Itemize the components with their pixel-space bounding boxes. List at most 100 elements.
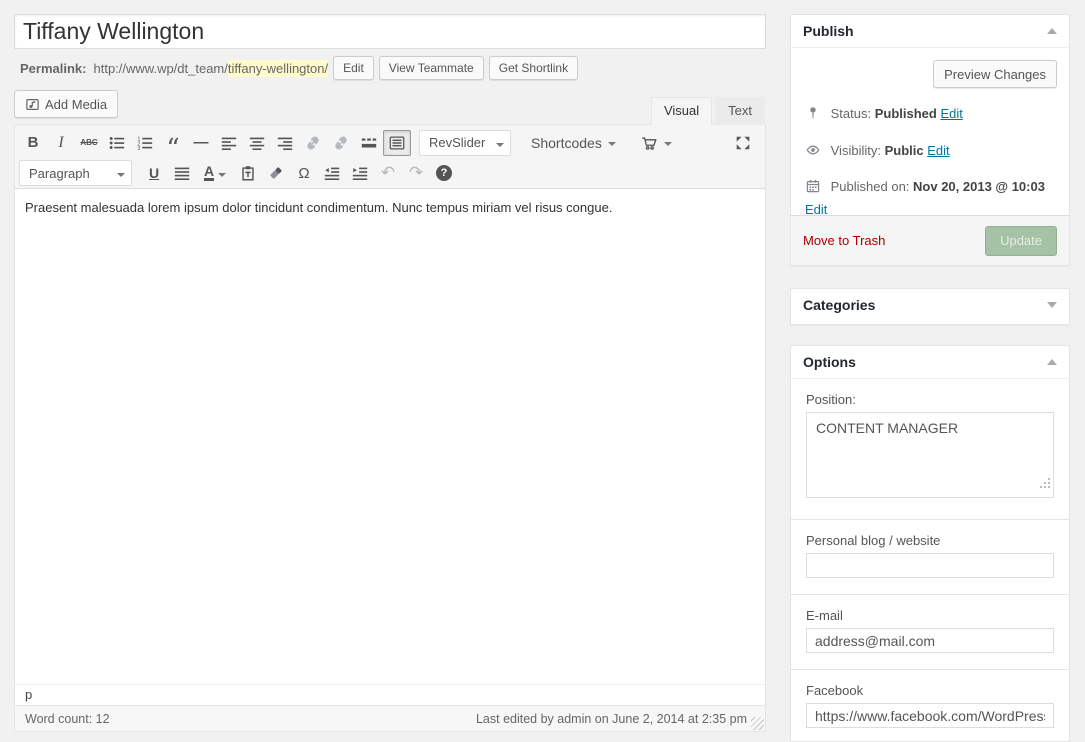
outdent-button[interactable] — [318, 160, 346, 186]
status-edit-link[interactable]: Edit — [940, 106, 962, 121]
collapse-down-icon[interactable] — [1047, 302, 1057, 313]
editor-box: Visual Text B I ABC 123 “ — RevSlider Sh — [14, 124, 766, 732]
text-color-button[interactable]: A — [196, 160, 234, 186]
tab-visual[interactable]: Visual — [651, 97, 712, 125]
strikethrough-button[interactable]: ABC — [75, 130, 103, 156]
text-color-icon: A — [204, 165, 214, 181]
published-label: Published on: — [831, 179, 910, 194]
permalink-url[interactable]: http://www.wp/dt_team/tiffany-wellington… — [93, 61, 328, 76]
categories-panel-header[interactable]: Categories — [791, 289, 1069, 321]
undo-icon: ↶ — [381, 163, 395, 183]
permalink-label: Permalink: — [20, 61, 86, 76]
content-paragraph: Praesent malesuada lorem ipsum dolor tin… — [25, 198, 755, 218]
link-button[interactable] — [299, 130, 327, 156]
website-label: Personal blog / website — [806, 533, 1054, 548]
permalink-edit-button[interactable]: Edit — [333, 56, 374, 80]
options-panel-header[interactable]: Options — [791, 346, 1069, 379]
align-center-icon — [248, 134, 266, 152]
options-panel: Options Position: CONTENT MANAGER Person… — [790, 345, 1070, 742]
editor-content-area[interactable]: Praesent malesuada lorem ipsum dolor tin… — [15, 189, 765, 684]
permalink-slug: tiffany-wellington/ — [228, 60, 328, 77]
word-count: Word count: 12 — [25, 712, 110, 726]
eye-icon — [805, 142, 821, 164]
editor-statusbar: Word count: 12 Last edited by admin on J… — [15, 705, 765, 731]
publish-panel-header[interactable]: Publish — [791, 15, 1069, 48]
shortcodes-dropdown[interactable]: Shortcodes — [525, 130, 622, 156]
editor-resize-handle[interactable] — [751, 717, 764, 730]
horizontal-rule-button[interactable]: — — [187, 130, 215, 156]
fullscreen-button[interactable] — [729, 130, 757, 156]
view-teammate-button[interactable]: View Teammate — [379, 56, 484, 80]
indent-button[interactable] — [346, 160, 374, 186]
remove-format-button[interactable] — [262, 160, 290, 186]
blockquote-button[interactable]: “ — [159, 130, 187, 156]
bold-button[interactable]: B — [19, 130, 47, 156]
paragraph-format-label: Paragraph — [29, 166, 90, 181]
wordpress-post-editor: Permalink: http://www.wp/dt_team/tiffany… — [0, 0, 1085, 742]
align-left-icon — [220, 134, 238, 152]
status-value: Published — [875, 106, 937, 121]
website-input[interactable] — [806, 553, 1054, 578]
published-value: Nov 20, 2013 @ 10:03 — [913, 179, 1045, 194]
paste-as-text-button[interactable] — [234, 160, 262, 186]
outdent-icon — [323, 164, 341, 182]
underline-icon: U — [149, 165, 159, 181]
email-input[interactable] — [806, 628, 1054, 653]
revslider-dropdown[interactable]: RevSlider — [419, 130, 511, 156]
paragraph-format-dropdown[interactable]: Paragraph — [19, 160, 132, 186]
textarea-resize-grip[interactable] — [1041, 486, 1050, 495]
position-textarea[interactable]: CONTENT MANAGER — [806, 412, 1054, 498]
omega-icon: Ω — [298, 165, 309, 182]
add-media-button[interactable]: Add Media — [14, 90, 118, 118]
redo-icon: ↷ — [409, 163, 423, 183]
facebook-input[interactable] — [806, 703, 1054, 728]
collapse-up-icon[interactable] — [1047, 23, 1057, 34]
word-count-label: Word count: — [25, 712, 92, 726]
last-edited-text: Last edited by admin on June 2, 2014 at … — [476, 712, 747, 726]
italic-icon: I — [58, 134, 63, 152]
options-title: Options — [803, 354, 856, 370]
bullet-list-icon — [108, 134, 126, 152]
align-center-button[interactable] — [243, 130, 271, 156]
help-button[interactable]: ? — [430, 160, 458, 186]
paste-as-text-icon — [239, 164, 257, 182]
kitchen-sink-button[interactable] — [383, 130, 411, 156]
preview-changes-button[interactable]: Preview Changes — [933, 60, 1057, 88]
unlink-button[interactable] — [327, 130, 355, 156]
options-body: Position: CONTENT MANAGER Personal blog … — [791, 379, 1069, 742]
visibility-edit-link[interactable]: Edit — [927, 143, 949, 158]
align-right-button[interactable] — [271, 130, 299, 156]
link-icon — [304, 134, 322, 152]
permalink-row: Permalink: http://www.wp/dt_team/tiffany… — [20, 55, 578, 81]
special-character-button[interactable]: Ω — [290, 160, 318, 186]
bullet-list-button[interactable] — [103, 130, 131, 156]
italic-button[interactable]: I — [47, 130, 75, 156]
move-to-trash-link[interactable]: Move to Trash — [803, 233, 885, 248]
permalink-url-base: http://www.wp/dt_team/ — [93, 61, 227, 76]
more-tag-button[interactable] — [355, 130, 383, 156]
chevron-down-icon — [608, 142, 616, 150]
undo-button[interactable]: ↶ — [374, 160, 402, 186]
redo-button[interactable]: ↷ — [402, 160, 430, 186]
update-button[interactable]: Update — [985, 226, 1057, 256]
get-shortlink-button[interactable]: Get Shortlink — [489, 56, 578, 80]
cart-icon — [640, 134, 658, 152]
toolbar-row-1: B I ABC 123 “ — RevSlider Shortcodes — [15, 125, 765, 158]
collapse-up-icon[interactable] — [1047, 354, 1057, 365]
revslider-label: RevSlider — [429, 135, 485, 150]
post-title-input[interactable] — [14, 14, 766, 49]
numbered-list-icon: 123 — [136, 134, 154, 152]
indent-icon — [351, 164, 369, 182]
align-right-icon — [276, 134, 294, 152]
publishing-actions: Move to Trash Update — [791, 215, 1069, 265]
more-tag-icon — [360, 134, 378, 152]
numbered-list-button[interactable]: 123 — [131, 130, 159, 156]
underline-button[interactable]: U — [140, 160, 168, 186]
fullscreen-icon — [734, 134, 752, 152]
editor-mode-tabs: Visual Text — [651, 97, 765, 125]
justify-button[interactable] — [168, 160, 196, 186]
divider — [791, 519, 1069, 520]
cart-dropdown[interactable] — [634, 130, 678, 156]
tab-text[interactable]: Text — [715, 97, 765, 125]
align-left-button[interactable] — [215, 130, 243, 156]
